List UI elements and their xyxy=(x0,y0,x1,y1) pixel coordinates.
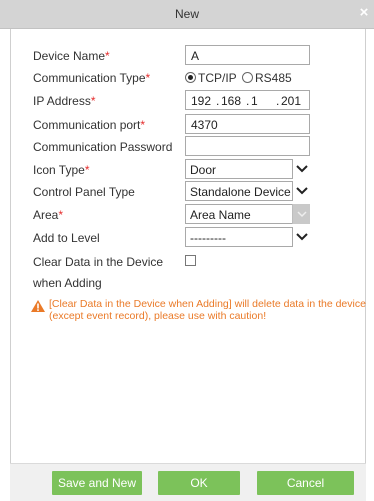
icon-type-select[interactable]: Door xyxy=(185,159,310,179)
ip-address-input[interactable]: 192 . 168 . 1 . 201 xyxy=(185,90,310,110)
area-value: Area Name xyxy=(190,208,251,222)
add-to-level-value: --------- xyxy=(190,231,226,245)
area-select[interactable]: Area Name xyxy=(185,204,310,224)
dialog-titlebar: New × xyxy=(0,0,374,29)
required-mark: * xyxy=(140,118,146,132)
icon-type-label: Icon Type* xyxy=(33,163,90,177)
required-mark: * xyxy=(58,208,64,222)
control-panel-type-select[interactable]: Standalone Device xyxy=(185,181,310,201)
ip-separator: . xyxy=(216,94,220,108)
chevron-down-icon[interactable] xyxy=(292,204,310,224)
dialog-footer: Save and New OK Cancel xyxy=(10,463,366,501)
ip-separator: . xyxy=(246,94,250,108)
add-to-level-label: Add to Level xyxy=(33,231,100,245)
rs485-radio[interactable] xyxy=(242,72,254,84)
communication-type-row: Communication Type* TCP/IP RS485 xyxy=(33,67,363,87)
dialog-title: New xyxy=(174,7,199,21)
add-to-level-select[interactable]: --------- xyxy=(185,227,310,247)
communication-password-row: Communication Password xyxy=(33,136,363,156)
chevron-down-icon[interactable] xyxy=(292,227,310,247)
clear-data-checkbox[interactable] xyxy=(185,255,196,266)
communication-type-label: Communication Type* xyxy=(33,71,151,85)
warning-text: [Clear Data in the Device when Adding] w… xyxy=(49,298,366,322)
ip-address-label: IP Address* xyxy=(33,94,96,108)
required-mark: * xyxy=(84,163,90,177)
form-panel: Device Name* A Communication Type* TCP/I… xyxy=(10,29,366,463)
communication-password-label: Communication Password xyxy=(33,140,173,154)
close-icon[interactable]: × xyxy=(357,4,371,22)
ip-octet-4[interactable]: 201 xyxy=(281,94,301,108)
communication-port-label: Communication port* xyxy=(33,118,146,132)
chevron-down-icon[interactable] xyxy=(292,181,310,201)
device-name-row: Device Name* A xyxy=(33,45,363,65)
control-panel-type-label: Control Panel Type xyxy=(33,185,135,199)
clear-data-label: Clear Data in the Device xyxy=(33,255,164,269)
ip-address-row: IP Address* 192 . 168 . 1 . 201 xyxy=(33,90,363,110)
device-name-input[interactable]: A xyxy=(185,45,310,65)
communication-type-radio-group: TCP/IP RS485 xyxy=(185,70,294,86)
communication-port-row: Communication port* 4370 xyxy=(33,114,363,134)
icon-type-value: Door xyxy=(190,163,217,177)
communication-password-input[interactable] xyxy=(185,136,310,156)
control-panel-type-value: Standalone Device xyxy=(190,185,291,199)
new-device-dialog: New × Device Name* A Communication Type*… xyxy=(0,0,374,501)
icon-type-row: Icon Type* Door xyxy=(33,159,363,179)
required-mark: * xyxy=(105,49,110,63)
communication-port-input[interactable]: 4370 xyxy=(185,114,310,134)
area-label: Area* xyxy=(33,208,64,222)
ip-octet-3[interactable]: 1 xyxy=(251,94,258,108)
clear-data-row: Clear Data in the Device when Adding xyxy=(33,251,363,291)
required-mark: * xyxy=(90,94,96,108)
ip-separator: . xyxy=(276,94,280,108)
warning-triangle-icon xyxy=(31,300,45,312)
save-and-new-button[interactable]: Save and New xyxy=(52,471,142,495)
tcpip-radio-label[interactable]: TCP/IP xyxy=(198,71,237,85)
device-name-label: Device Name* xyxy=(33,49,110,63)
ip-octet-1[interactable]: 192 xyxy=(191,94,211,108)
add-to-level-row: Add to Level --------- xyxy=(33,227,363,247)
control-panel-type-row: Control Panel Type Standalone Device xyxy=(33,181,363,201)
cancel-button[interactable]: Cancel xyxy=(257,471,354,495)
clear-data-label-line2: when Adding xyxy=(33,276,102,290)
ok-button[interactable]: OK xyxy=(158,471,240,495)
rs485-radio-label[interactable]: RS485 xyxy=(255,71,292,85)
chevron-down-icon[interactable] xyxy=(292,159,310,179)
tcpip-radio[interactable] xyxy=(185,72,196,84)
ip-octet-2[interactable]: 168 xyxy=(221,94,241,108)
area-row: Area* Area Name xyxy=(33,204,363,224)
required-mark: * xyxy=(145,71,151,85)
